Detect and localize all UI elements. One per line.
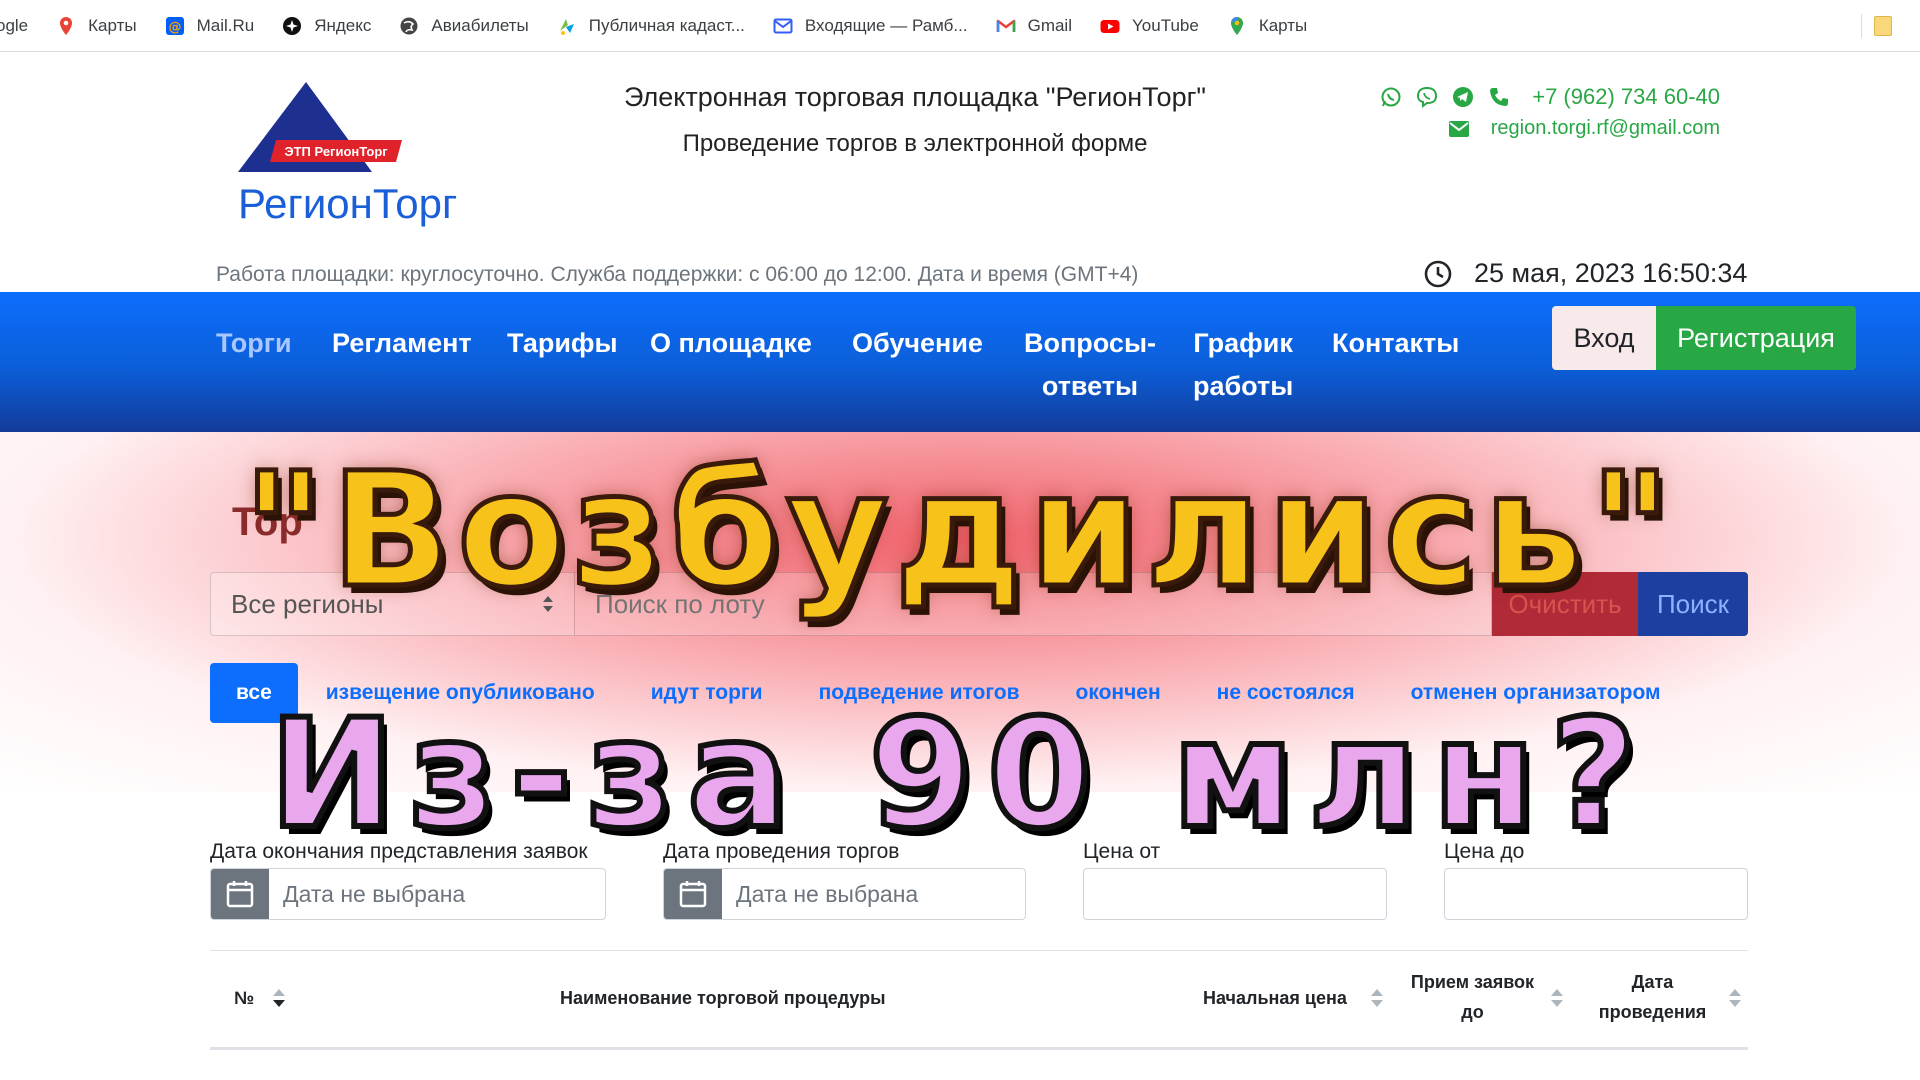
col-number[interactable]: № [234, 983, 254, 1013]
telegram-icon[interactable] [1452, 86, 1474, 108]
current-datetime: 25 мая, 2023 16:50:34 [1474, 258, 1748, 288]
lots-table-header: № Наименование торговой процедуры Началь… [210, 950, 1748, 1050]
logo-badge-text: ЭТП РегионТорг [284, 144, 388, 159]
end-date-input[interactable]: Дата не выбрана [269, 869, 605, 919]
clock-icon [1424, 260, 1452, 288]
col-trade-date[interactable]: Дата проведения [1585, 967, 1720, 1027]
contact-phone[interactable]: +7 (962) 734 60-40 [1532, 84, 1720, 110]
register-button[interactable]: Регистрация [1656, 306, 1856, 370]
nav-item-faq[interactable]: Вопросы-ответы [1024, 322, 1156, 408]
inbox-icon [773, 18, 793, 33]
calendar-button[interactable] [664, 869, 722, 919]
folder-icon[interactable] [1874, 16, 1892, 36]
bookmark-google[interactable]: ogle [0, 16, 28, 36]
nav-item-schedule[interactable]: График работы [1193, 322, 1293, 408]
overlay-headline: "Возбудились" [240, 439, 1678, 623]
bookmarks-bar: ogle Карты @ Mail.Ru Яндекс Авиабилеты П… [0, 0, 1920, 52]
calendar-icon [226, 881, 254, 908]
site-subtitle: Проведение торгов в электронной форме [682, 130, 1148, 157]
bookmark-mailru[interactable]: @ Mail.Ru [165, 16, 254, 36]
nav-item-training[interactable]: Обучение [852, 322, 983, 365]
bookmark-aviatickets[interactable]: Авиабилеты [399, 16, 529, 36]
mailru-icon: @ [165, 16, 184, 35]
youtube-icon [1100, 19, 1120, 33]
main-navbar: Торги Регламент Тарифы О площадке Обучен… [0, 292, 1920, 432]
contact-phone-row: +7 (962) 734 60-40 [1366, 84, 1720, 110]
viber-icon[interactable] [1416, 86, 1438, 108]
gmail-icon [996, 19, 1015, 32]
site-logo[interactable]: ЭТП РегионТорг РегионТорг [236, 80, 466, 230]
sort-icon[interactable] [1728, 987, 1742, 1009]
cadastre-icon [559, 18, 574, 35]
bookmark-maps[interactable]: Карты [56, 16, 137, 36]
overlay-subheadline: Из-за 90 млн? [266, 688, 1651, 862]
svg-text:@: @ [168, 20, 181, 35]
contact-email-row: region.torgi.rf@gmail.com [1448, 117, 1720, 140]
col-procedure-name[interactable]: Наименование торговой процедуры [560, 983, 886, 1013]
yandex-icon [283, 16, 302, 35]
nav-item-reglament[interactable]: Регламент [332, 322, 472, 365]
col-start-price[interactable]: Начальная цена [1203, 983, 1347, 1013]
bookmark-google-maps[interactable]: Карты [1227, 16, 1307, 36]
calendar-icon [679, 881, 707, 908]
nav-item-tarify[interactable]: Тарифы [507, 322, 618, 365]
envelope-icon [1448, 120, 1469, 137]
worktime-info: Работа площадки: круглосуточно. Служба п… [216, 263, 1139, 286]
phone-icon [1490, 88, 1509, 106]
site-title: Электронная торговая площадка "РегионТор… [623, 82, 1207, 112]
trade-date-field[interactable]: Дата не выбрана [663, 868, 1026, 920]
bookmark-cadastre[interactable]: Публичная кадаст... [557, 16, 745, 36]
globe-icon [400, 17, 418, 34]
sort-icon[interactable] [1550, 987, 1564, 1009]
google-maps-icon [1230, 16, 1243, 35]
price-from-input[interactable] [1083, 868, 1387, 920]
login-button[interactable]: Вход [1552, 306, 1656, 370]
nav-item-contacts[interactable]: Контакты [1332, 322, 1459, 365]
trade-date-input[interactable]: Дата не выбрана [722, 869, 1025, 919]
whatsapp-icon[interactable] [1380, 86, 1402, 108]
sort-icon[interactable] [272, 987, 286, 1009]
bookmark-youtube[interactable]: YouTube [1100, 16, 1199, 36]
nav-item-about[interactable]: О площадке [650, 322, 812, 365]
col-apps-until[interactable]: Прием заявок до [1405, 967, 1540, 1027]
map-pin-icon [60, 16, 73, 35]
contact-email[interactable]: region.torgi.rf@gmail.com [1491, 117, 1720, 140]
nav-item-torgi[interactable]: Торги [216, 322, 292, 365]
bookmark-gmail[interactable]: Gmail [996, 16, 1072, 36]
sort-icon[interactable] [1370, 987, 1384, 1009]
logo-text: РегионТорг [238, 180, 457, 227]
bookmarks-separator [1861, 14, 1862, 38]
bookmark-rambler[interactable]: Входящие — Рамб... [773, 16, 968, 36]
end-date-field[interactable]: Дата не выбрана [210, 868, 606, 920]
price-to-input[interactable] [1444, 868, 1748, 920]
bookmark-yandex[interactable]: Яндекс [282, 16, 371, 36]
calendar-button[interactable] [211, 869, 269, 919]
